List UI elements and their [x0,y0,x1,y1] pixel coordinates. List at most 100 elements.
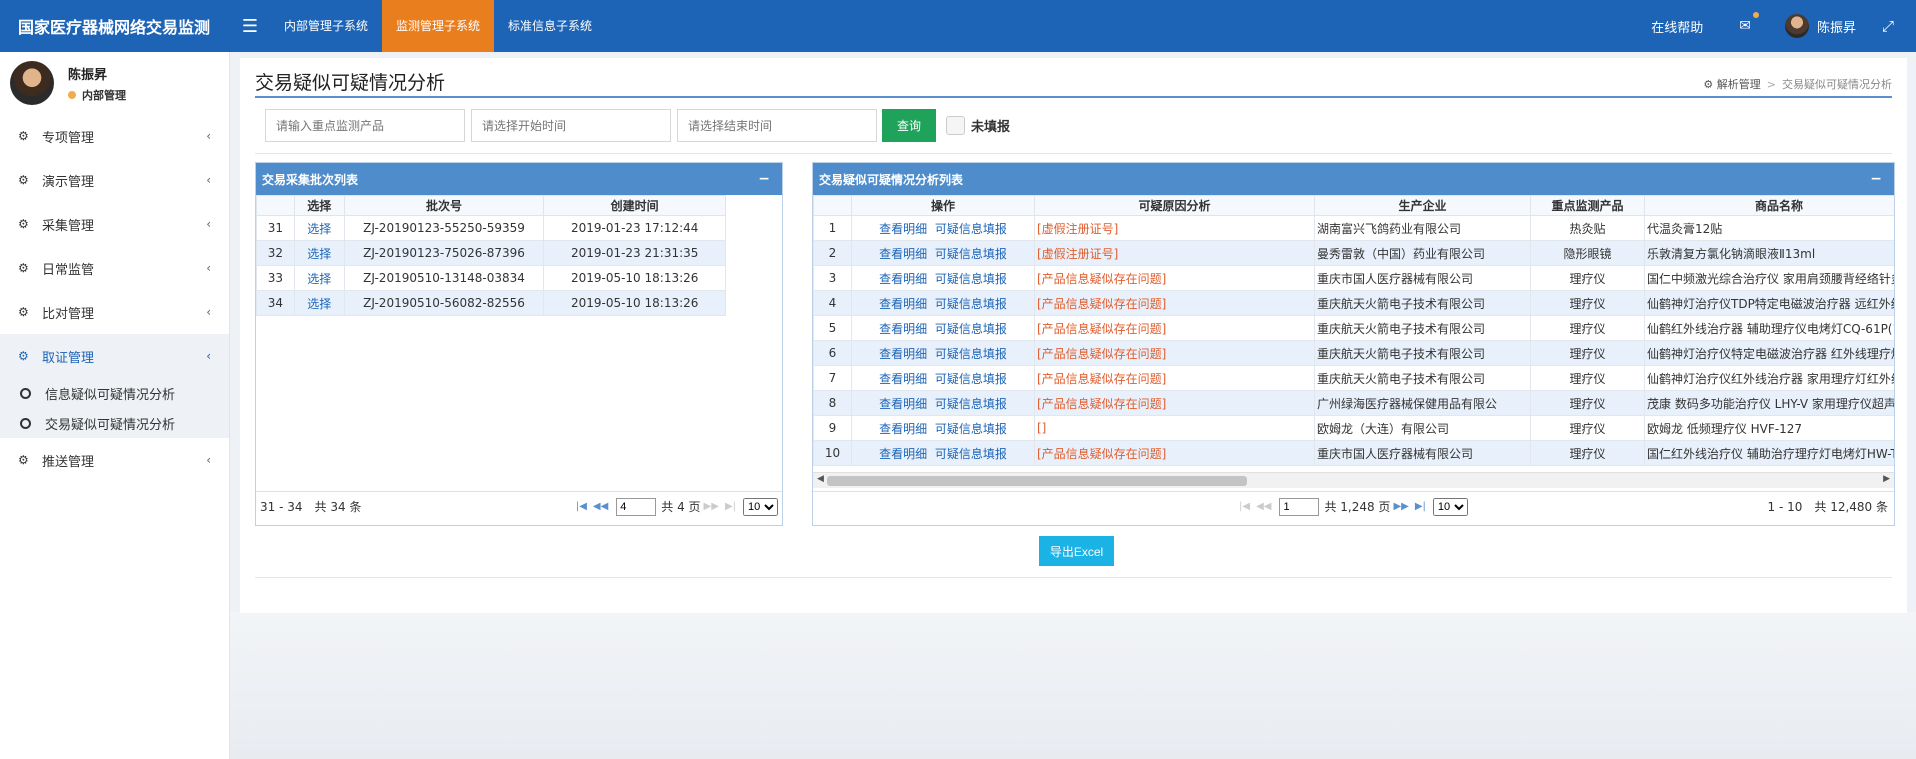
end-time-input[interactable] [677,109,877,142]
divider [255,153,1892,154]
unfilled-checkbox[interactable]: 未填报 [946,116,1010,135]
view-detail-link[interactable]: 查看明细 [879,372,927,386]
sidebar-item-collection[interactable]: ⚙ 采集管理 ‹ [0,202,229,246]
sidebar-item-push[interactable]: ⚙ 推送管理 ‹ [0,438,229,482]
select-link[interactable]: 选择 [293,240,345,266]
table-row[interactable]: 6 查看明细 可疑信息填报 [产品信息疑似存在问题] 重庆航天火箭电子技术有限公司 理疗… [813,340,1894,366]
goods-name-cell: 国仁红外线治疗仪 辅助治疗理疗灯电烤灯HW-T [1644,440,1894,466]
dashboard-icon: ⚙ [18,453,29,467]
column-header-reason: 可疑原因分析 [1034,195,1315,216]
tab-internal-management[interactable]: 内部管理子系统 [270,0,382,52]
fill-suspicious-link[interactable]: 可疑信息填报 [935,272,1007,286]
fill-suspicious-link[interactable]: 可疑信息填报 [935,447,1007,461]
view-detail-link[interactable]: 查看明细 [879,447,927,461]
table-row[interactable]: 2 查看明细 可疑信息填报 [虚假注册证号] 曼秀雷敦（中国）药业有限公司 隐形眼镜 乐敦… [813,240,1894,266]
table-row[interactable]: 10 查看明细 可疑信息填报 [产品信息疑似存在问题] 重庆市国人医疗器械有限公司 理疗… [813,440,1894,466]
fill-suspicious-link[interactable]: 可疑信息填报 [935,222,1007,236]
select-link[interactable]: 选择 [293,265,345,291]
last-page-icon[interactable]: ▶| [725,501,736,512]
chevron-left-icon: ‹ [206,173,211,187]
company-cell: 广州绿海医疗器械保健用品有限公 [1314,390,1531,416]
view-detail-link[interactable]: 查看明细 [879,222,927,236]
user-menu[interactable]: 陈振昇 [1769,14,1872,38]
dashboard-icon: ⚙ [1703,78,1717,91]
mail-icon[interactable]: ✉ [1721,12,1769,34]
reason-cell: [产品信息疑似存在问题] [1034,365,1315,391]
dashboard-icon: ⚙ [18,305,29,319]
view-detail-link[interactable]: 查看明细 [879,272,927,286]
table-row[interactable]: 5 查看明细 可疑信息填报 [产品信息疑似存在问题] 重庆航天火箭电子技术有限公司 理疗… [813,315,1894,341]
view-detail-link[interactable]: 查看明细 [879,322,927,336]
query-button[interactable]: 查询 [882,109,936,142]
view-detail-link[interactable]: 查看明细 [879,247,927,261]
horizontal-scrollbar[interactable]: ◀ ▶ [813,472,1894,488]
fill-suspicious-link[interactable]: 可疑信息填报 [935,422,1007,436]
select-link[interactable]: 选择 [293,290,345,316]
minimize-icon[interactable]: − [758,171,770,187]
fullscreen-icon[interactable]: ⤢ [1872,17,1916,35]
page-size-select[interactable]: 10 [1432,497,1468,516]
view-detail-link[interactable]: 查看明细 [879,347,927,361]
table-row[interactable]: 32 选择 ZJ-20190123-75026-87396 2019-01-23 21… [256,240,726,266]
fill-suspicious-link[interactable]: 可疑信息填报 [935,322,1007,336]
next-page-icon[interactable]: ▶▶ [704,501,719,512]
analysis-panel: 交易疑似可疑情况分析列表 − 操作 可疑原因分析 生产企业 重点监测产品 商品名称… [812,162,1895,526]
select-link[interactable]: 选择 [293,215,345,241]
first-page-icon[interactable]: |◀ [1239,501,1250,512]
table-row[interactable]: 1 查看明细 可疑信息填报 [虚假注册证号] 湖南富兴飞鸽药业有限公司 热灸贴 代温灸膏1… [813,215,1894,241]
sidebar-item-demo[interactable]: ⚙ 演示管理 ‹ [0,158,229,202]
table-row[interactable]: 9 查看明细 可疑信息填报[] 欧姆龙（大连）有限公司 理疗仪 欧姆龙 低频理疗仪 HV… [813,415,1894,441]
fill-suspicious-link[interactable]: 可疑信息填报 [935,397,1007,411]
sidebar-item-daily[interactable]: ⚙ 日常监管 ‹ [0,246,229,290]
analysis-table: 操作 可疑原因分析 生产企业 重点监测产品 商品名称 1 查看明细 可疑信息填报[… [813,195,1894,466]
view-detail-link[interactable]: 查看明细 [879,297,927,311]
minimize-icon[interactable]: − [1870,171,1882,187]
scroll-left-icon[interactable]: ◀ [817,474,824,484]
breadcrumb-parent[interactable]: 解析管理 [1717,78,1761,91]
table-row[interactable]: 8 查看明细 可疑信息填报 [产品信息疑似存在问题] 广州绿海医疗器械保健用品有限公理… [813,390,1894,416]
page-size-select[interactable]: 10 [743,497,778,516]
table-row[interactable]: 31 选择 ZJ-20190123-55250-59359 2019-01-23 17… [256,215,726,241]
company-cell: 湖南富兴飞鸽药业有限公司 [1314,215,1531,241]
table-row[interactable]: 7 查看明细 可疑信息填报 [产品信息疑似存在问题] 重庆航天火箭电子技术有限公司 理疗… [813,365,1894,391]
checkbox-box[interactable] [946,116,965,135]
table-row[interactable]: 34 选择 ZJ-20190510-56082-82556 2019-05-10 18… [256,290,726,316]
table-row[interactable]: 3 查看明细 可疑信息填报 [产品信息疑似存在问题] 重庆市国人医疗器械有限公司 理疗仪… [813,265,1894,291]
first-page-icon[interactable]: |◀ [576,501,587,512]
fill-suspicious-link[interactable]: 可疑信息填报 [935,247,1007,261]
tab-monitoring-management[interactable]: 监测管理子系统 [382,0,495,52]
hamburger-icon[interactable]: ☰ [230,16,270,37]
table-row[interactable]: 33 选择 ZJ-20190510-13148-03834 2019-05-10 18… [256,265,726,291]
start-time-input[interactable] [471,109,671,142]
sidebar-item-evidence[interactable]: ⚙ 取证管理 ‹ [0,334,229,378]
online-help-link[interactable]: 在线帮助 [1633,17,1721,36]
batch-pager: 31 - 34 共 34 条 |◀ ◀◀ 共 4 页 ▶▶ ▶| 10 [256,491,782,521]
view-detail-link[interactable]: 查看明细 [879,422,927,436]
prev-page-icon[interactable]: ◀◀ [593,501,608,512]
scrollbar-thumb[interactable] [827,476,1247,486]
sidebar-subitem-trade-analysis[interactable]: 交易疑似可疑情况分析 [0,408,229,438]
background-decoration [230,612,1916,759]
export-excel-button[interactable]: 导出Excel [1039,536,1114,566]
tab-standard-info[interactable]: 标准信息子系统 [494,0,606,52]
column-header-product: 重点监测产品 [1530,195,1645,216]
fill-suspicious-link[interactable]: 可疑信息填报 [935,372,1007,386]
sidebar-item-compare[interactable]: ⚙ 比对管理 ‹ [0,290,229,334]
prev-page-icon[interactable]: ◀◀ [1256,501,1271,512]
batch-panel: 交易采集批次列表 − 选择 批次号 创建时间 31 选择 ZJ-20190123-55… [255,162,783,526]
fill-suspicious-link[interactable]: 可疑信息填报 [935,347,1007,361]
sidebar-subitem-info-analysis[interactable]: 信息疑似可疑情况分析 [0,378,229,408]
next-page-icon[interactable]: ▶▶ [1393,501,1408,512]
scroll-right-icon[interactable]: ▶ [1883,474,1890,484]
table-row[interactable]: 4 查看明细 可疑信息填报 [产品信息疑似存在问题] 重庆航天火箭电子技术有限公司 理疗… [813,290,1894,316]
product-input[interactable] [265,109,465,142]
company-cell: 重庆航天火箭电子技术有限公司 [1314,290,1531,316]
view-detail-link[interactable]: 查看明细 [879,397,927,411]
panel-header: 交易疑似可疑情况分析列表 − [813,163,1894,195]
sidebar-item-special[interactable]: ⚙ 专项管理 ‹ [0,114,229,158]
last-page-icon[interactable]: ▶| [1415,501,1426,512]
fill-suspicious-link[interactable]: 可疑信息填报 [935,297,1007,311]
page-number-input[interactable] [1279,497,1320,516]
page-number-input[interactable] [616,497,657,516]
total-pages: 共 4 页 [661,500,701,514]
